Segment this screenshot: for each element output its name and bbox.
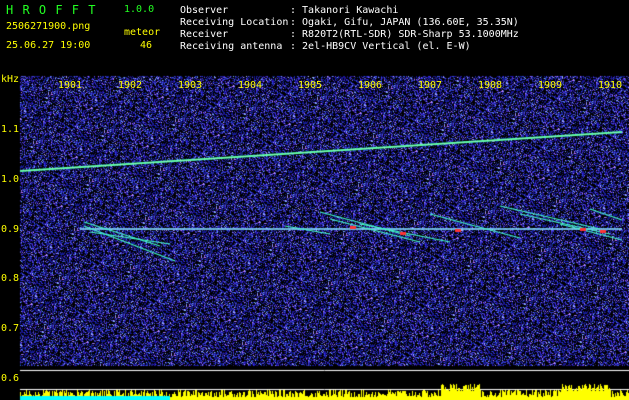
info-label-location: Receiving Location <box>180 17 289 28</box>
info-value-observer: : Takanori Kawachi <box>290 5 399 16</box>
x-tick: 1903 <box>178 80 203 91</box>
info-label-receiver: Receiver <box>180 29 229 40</box>
info-value-receiver: : R820T2(RTL-SDR) SDR-Sharp 53.1000MHz <box>290 29 519 40</box>
info-value-location: : Ogaki, Gifu, JAPAN (136.60E, 35.35N) <box>290 17 519 28</box>
info-label-antenna: Receiving antenna <box>180 41 283 52</box>
file-name: 2506271900.png <box>6 21 91 32</box>
y-tick: 0.7 <box>1 323 20 334</box>
y-tick: 0.9 <box>1 224 20 235</box>
file-datetime: 25.06.27 19:00 <box>6 40 91 51</box>
meteor-label: meteor <box>124 27 161 38</box>
meteor-count: 46 <box>140 40 153 51</box>
app-name: H R O F F T <box>6 3 97 17</box>
hrofft-screen: H R O F F T 1.0.0 2506271900.png meteor … <box>0 0 629 400</box>
x-tick: 1901 <box>58 80 83 91</box>
app-version: 1.0.0 <box>124 4 155 15</box>
x-tick: 1902 <box>118 80 143 91</box>
y-tick: 0.8 <box>1 273 20 284</box>
y-tick: 0.6 <box>1 373 20 384</box>
x-tick: 1905 <box>298 80 323 91</box>
x-tick: 1909 <box>538 80 563 91</box>
x-tick: 1910 <box>598 80 623 91</box>
x-tick: 1906 <box>358 80 383 91</box>
header-panel: H R O F F T 1.0.0 2506271900.png meteor … <box>0 0 629 74</box>
y-unit: kHz <box>1 74 20 85</box>
info-label-observer: Observer <box>180 5 229 16</box>
x-tick: 1908 <box>478 80 503 91</box>
y-tick: 1.1 <box>1 124 20 135</box>
x-tick: 1904 <box>238 80 263 91</box>
spectrogram <box>0 74 629 400</box>
y-tick: 1.0 <box>1 174 20 185</box>
info-value-antenna: : 2el-HB9CV Vertical (el. E-W) <box>290 41 471 52</box>
x-tick: 1907 <box>418 80 443 91</box>
spectrogram-canvas <box>0 74 629 400</box>
